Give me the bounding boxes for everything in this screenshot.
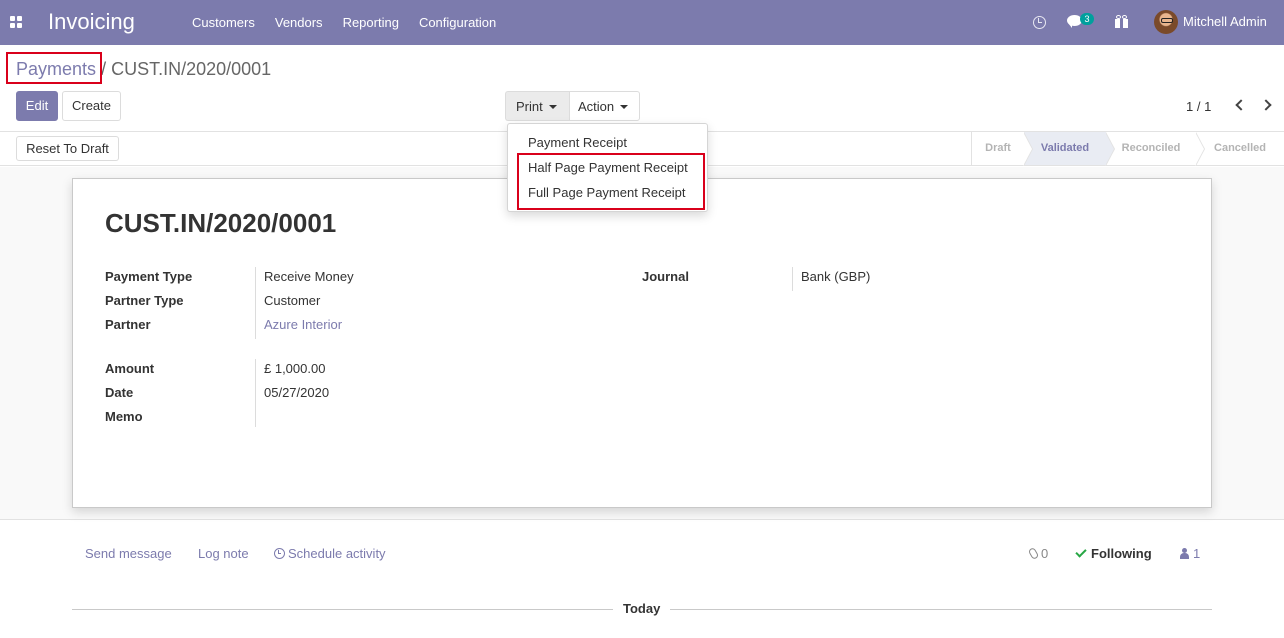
attachment-count: 0 [1041, 546, 1049, 561]
step-validated-label: Validated [1040, 142, 1090, 154]
partner-link[interactable]: Azure Interior [264, 317, 342, 332]
menu-configuration[interactable]: Configuration [409, 0, 506, 45]
caret-down-icon [548, 104, 557, 109]
date-value: 05/27/2020 [264, 385, 330, 400]
menu-vendors[interactable]: Vendors [265, 0, 333, 45]
payment-type-value: Receive Money [264, 269, 354, 284]
create-button[interactable]: Create [62, 91, 121, 121]
edit-button[interactable]: Edit [16, 91, 58, 121]
step-cancelled[interactable]: Cancelled [1196, 132, 1284, 165]
attachments-button[interactable]: 0 [1027, 546, 1049, 561]
following-button[interactable]: Following [1075, 546, 1152, 561]
menu-reporting[interactable]: Reporting [333, 0, 409, 45]
field-separator [255, 267, 256, 339]
reset-to-draft-button[interactable]: Reset To Draft [16, 136, 119, 161]
followers-button[interactable]: 1 [1180, 546, 1200, 561]
journal-value: Bank (GBP) [801, 269, 871, 284]
field-separator [792, 267, 793, 291]
chevron-right-icon[interactable] [1260, 99, 1272, 111]
schedule-activity-button[interactable]: Schedule activity [274, 546, 386, 561]
breadcrumb-current: CUST.IN/2020/0001 [111, 59, 272, 79]
step-cancelled-label: Cancelled [1214, 142, 1266, 154]
action-dropdown-button[interactable]: Action [569, 91, 640, 121]
send-message-button[interactable]: Send message [85, 546, 172, 561]
receipts-highlight-box [517, 153, 705, 210]
field-separator [255, 359, 256, 427]
step-draft[interactable]: Draft [972, 132, 1033, 166]
step-reconciled-label: Reconciled [1121, 142, 1181, 154]
followers-count: 1 [1193, 546, 1201, 561]
amount-label: Amount [105, 361, 155, 376]
today-label: Today [613, 601, 671, 616]
payments-highlight-box [6, 52, 102, 84]
partner-label: Partner [105, 317, 151, 332]
menu-customers[interactable]: Customers [182, 0, 265, 45]
user-icon [1180, 548, 1189, 559]
menu-item-payment-receipt[interactable]: Payment Receipt [528, 135, 627, 150]
log-note-button[interactable]: Log note [198, 546, 249, 561]
step-reconciled[interactable]: Reconciled [1106, 132, 1205, 166]
app-title[interactable]: Invoicing [48, 9, 135, 35]
activity-clock-icon[interactable] [1033, 16, 1046, 29]
partner-type-label: Partner Type [105, 293, 184, 308]
schedule-activity-label: Schedule activity [288, 546, 386, 561]
clock-icon [274, 548, 285, 559]
step-draft-label: Draft [985, 142, 1011, 154]
check-icon [1075, 546, 1087, 558]
amount-value: £ 1,000.00 [264, 361, 326, 376]
journal-label: Journal [642, 269, 689, 284]
paperclip-icon [1027, 546, 1040, 561]
action-label: Action [578, 99, 615, 114]
avatar[interactable] [1154, 10, 1178, 34]
step-validated[interactable]: Validated [1024, 132, 1115, 166]
record-title: CUST.IN/2020/0001 [105, 208, 337, 238]
top-navbar: Invoicing Customers Vendors Reporting Co… [0, 0, 1284, 45]
gift-icon[interactable] [1115, 15, 1128, 28]
user-menu[interactable]: Mitchell Admin [1183, 14, 1267, 29]
apps-grid-icon[interactable] [10, 16, 22, 28]
date-label: Date [105, 385, 134, 400]
chevron-left-icon[interactable] [1235, 99, 1247, 111]
status-steps: Draft Validated Reconciled Cancelled [971, 132, 1284, 166]
following-label: Following [1091, 546, 1152, 561]
print-label: Print [516, 99, 543, 114]
messages-badge: 3 [1080, 13, 1094, 25]
payment-type-label: Payment Type [105, 269, 193, 284]
pager-value[interactable]: 1 / 1 [1186, 99, 1211, 114]
partner-type-value: Customer [264, 293, 321, 308]
caret-down-icon [620, 104, 629, 109]
main-menu: Customers Vendors Reporting Configuratio… [182, 0, 506, 45]
memo-label: Memo [105, 409, 143, 424]
print-dropdown-button[interactable]: Print [505, 91, 569, 121]
